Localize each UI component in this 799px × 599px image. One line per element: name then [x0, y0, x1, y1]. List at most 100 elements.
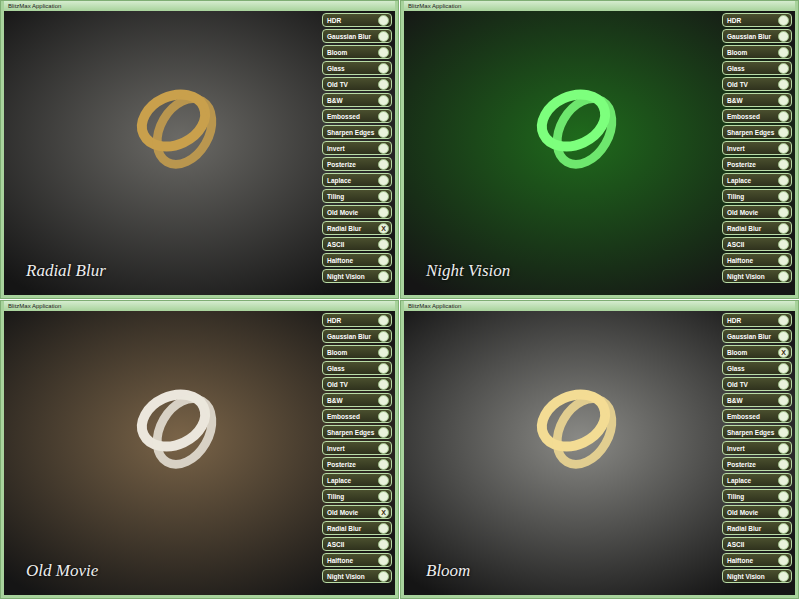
effect-toggle[interactable]: Old Movie [722, 205, 792, 219]
toggle-checkbox[interactable] [378, 427, 389, 438]
effect-toggle[interactable]: Old TV [322, 377, 392, 391]
toggle-checkbox[interactable] [378, 111, 389, 122]
effect-toggle[interactable]: Halftone [722, 253, 792, 267]
effect-toggle[interactable]: HDR [322, 313, 392, 327]
toggle-checkbox[interactable] [778, 395, 789, 406]
effect-toggle[interactable]: Sharpen Edges [322, 125, 392, 139]
toggle-checkbox[interactable] [778, 539, 789, 550]
toggle-checkbox[interactable] [378, 159, 389, 170]
toggle-checkbox[interactable] [378, 207, 389, 218]
effect-toggle[interactable]: B&W [322, 393, 392, 407]
effect-toggle[interactable]: Embossed [722, 109, 792, 123]
toggle-checkbox[interactable] [378, 475, 389, 486]
toggle-checkbox[interactable] [378, 443, 389, 454]
toggle-checkbox[interactable]: X [778, 347, 789, 358]
effect-toggle[interactable]: Embossed [322, 109, 392, 123]
toggle-checkbox[interactable] [778, 331, 789, 342]
toggle-checkbox[interactable] [378, 15, 389, 26]
effect-toggle[interactable]: Gaussian Blur [322, 29, 392, 43]
effect-toggle[interactable]: Old MovieX [322, 505, 392, 519]
effect-toggle[interactable]: HDR [322, 13, 392, 27]
toggle-checkbox[interactable] [778, 507, 789, 518]
toggle-checkbox[interactable] [378, 47, 389, 58]
effect-toggle[interactable]: BloomX [722, 345, 792, 359]
effect-toggle[interactable]: Tiling [322, 189, 392, 203]
effect-toggle[interactable]: ASCII [722, 237, 792, 251]
toggle-checkbox[interactable] [378, 255, 389, 266]
toggle-checkbox[interactable] [778, 111, 789, 122]
effect-toggle[interactable]: Radial Blur [322, 521, 392, 535]
effect-toggle[interactable]: B&W [322, 93, 392, 107]
effect-toggle[interactable]: Gaussian Blur [322, 329, 392, 343]
effect-toggle[interactable]: B&W [722, 393, 792, 407]
toggle-checkbox[interactable] [778, 379, 789, 390]
toggle-checkbox[interactable] [378, 95, 389, 106]
effect-toggle[interactable]: Radial Blur [722, 221, 792, 235]
effect-toggle[interactable]: Night Vision [322, 269, 392, 283]
toggle-checkbox[interactable] [778, 143, 789, 154]
effect-toggle[interactable]: Night Vision [722, 569, 792, 583]
toggle-checkbox[interactable] [378, 571, 389, 582]
effect-toggle[interactable]: Invert [322, 441, 392, 455]
toggle-checkbox[interactable] [778, 79, 789, 90]
effect-toggle[interactable]: Posterize [322, 457, 392, 471]
effect-toggle[interactable]: HDR [722, 13, 792, 27]
toggle-checkbox[interactable] [778, 523, 789, 534]
effect-toggle[interactable]: Glass [722, 61, 792, 75]
toggle-checkbox[interactable] [778, 363, 789, 374]
toggle-checkbox[interactable] [378, 191, 389, 202]
toggle-checkbox[interactable] [778, 127, 789, 138]
toggle-checkbox[interactable] [378, 143, 389, 154]
toggle-checkbox[interactable] [778, 475, 789, 486]
effect-toggle[interactable]: Glass [322, 361, 392, 375]
effect-toggle[interactable]: Gaussian Blur [722, 329, 792, 343]
toggle-checkbox[interactable] [378, 63, 389, 74]
effect-toggle[interactable]: Tiling [322, 489, 392, 503]
effect-toggle[interactable]: Halftone [322, 553, 392, 567]
toggle-checkbox[interactable] [378, 31, 389, 42]
toggle-checkbox[interactable] [778, 95, 789, 106]
toggle-checkbox[interactable] [378, 539, 389, 550]
toggle-checkbox[interactable]: X [378, 223, 389, 234]
toggle-checkbox[interactable] [378, 347, 389, 358]
effect-toggle[interactable]: Old TV [322, 77, 392, 91]
effect-toggle[interactable]: Sharpen Edges [722, 425, 792, 439]
toggle-checkbox[interactable] [778, 555, 789, 566]
toggle-checkbox[interactable] [778, 255, 789, 266]
effect-toggle[interactable]: ASCII [322, 237, 392, 251]
effect-toggle[interactable]: Sharpen Edges [722, 125, 792, 139]
effect-toggle[interactable]: Tiling [722, 489, 792, 503]
effect-toggle[interactable]: ASCII [722, 537, 792, 551]
effect-toggle[interactable]: Night Vision [322, 569, 392, 583]
toggle-checkbox[interactable] [778, 207, 789, 218]
toggle-checkbox[interactable] [378, 271, 389, 282]
toggle-checkbox[interactable] [778, 191, 789, 202]
toggle-checkbox[interactable] [778, 315, 789, 326]
effect-toggle[interactable]: Radial BlurX [322, 221, 392, 235]
effect-toggle[interactable]: Radial Blur [722, 521, 792, 535]
effect-toggle[interactable]: Halftone [722, 553, 792, 567]
toggle-checkbox[interactable] [778, 443, 789, 454]
toggle-checkbox[interactable] [378, 411, 389, 422]
toggle-checkbox[interactable] [778, 47, 789, 58]
effect-toggle[interactable]: Gaussian Blur [722, 29, 792, 43]
toggle-checkbox[interactable] [378, 239, 389, 250]
effect-toggle[interactable]: Sharpen Edges [322, 425, 392, 439]
toggle-checkbox[interactable] [778, 491, 789, 502]
effect-toggle[interactable]: Bloom [722, 45, 792, 59]
toggle-checkbox[interactable] [378, 331, 389, 342]
effect-toggle[interactable]: Tiling [722, 189, 792, 203]
toggle-checkbox[interactable] [378, 459, 389, 470]
toggle-checkbox[interactable] [778, 239, 789, 250]
toggle-checkbox[interactable] [778, 63, 789, 74]
effect-toggle[interactable]: Posterize [722, 457, 792, 471]
effect-toggle[interactable]: HDR [722, 313, 792, 327]
effect-toggle[interactable]: ASCII [322, 537, 392, 551]
effect-toggle[interactable]: Laplace [322, 173, 392, 187]
toggle-checkbox[interactable] [778, 175, 789, 186]
effect-toggle[interactable]: Posterize [322, 157, 392, 171]
effect-toggle[interactable]: Laplace [722, 473, 792, 487]
effect-toggle[interactable]: Invert [722, 441, 792, 455]
effect-toggle[interactable]: Laplace [322, 473, 392, 487]
effect-toggle[interactable]: Invert [322, 141, 392, 155]
